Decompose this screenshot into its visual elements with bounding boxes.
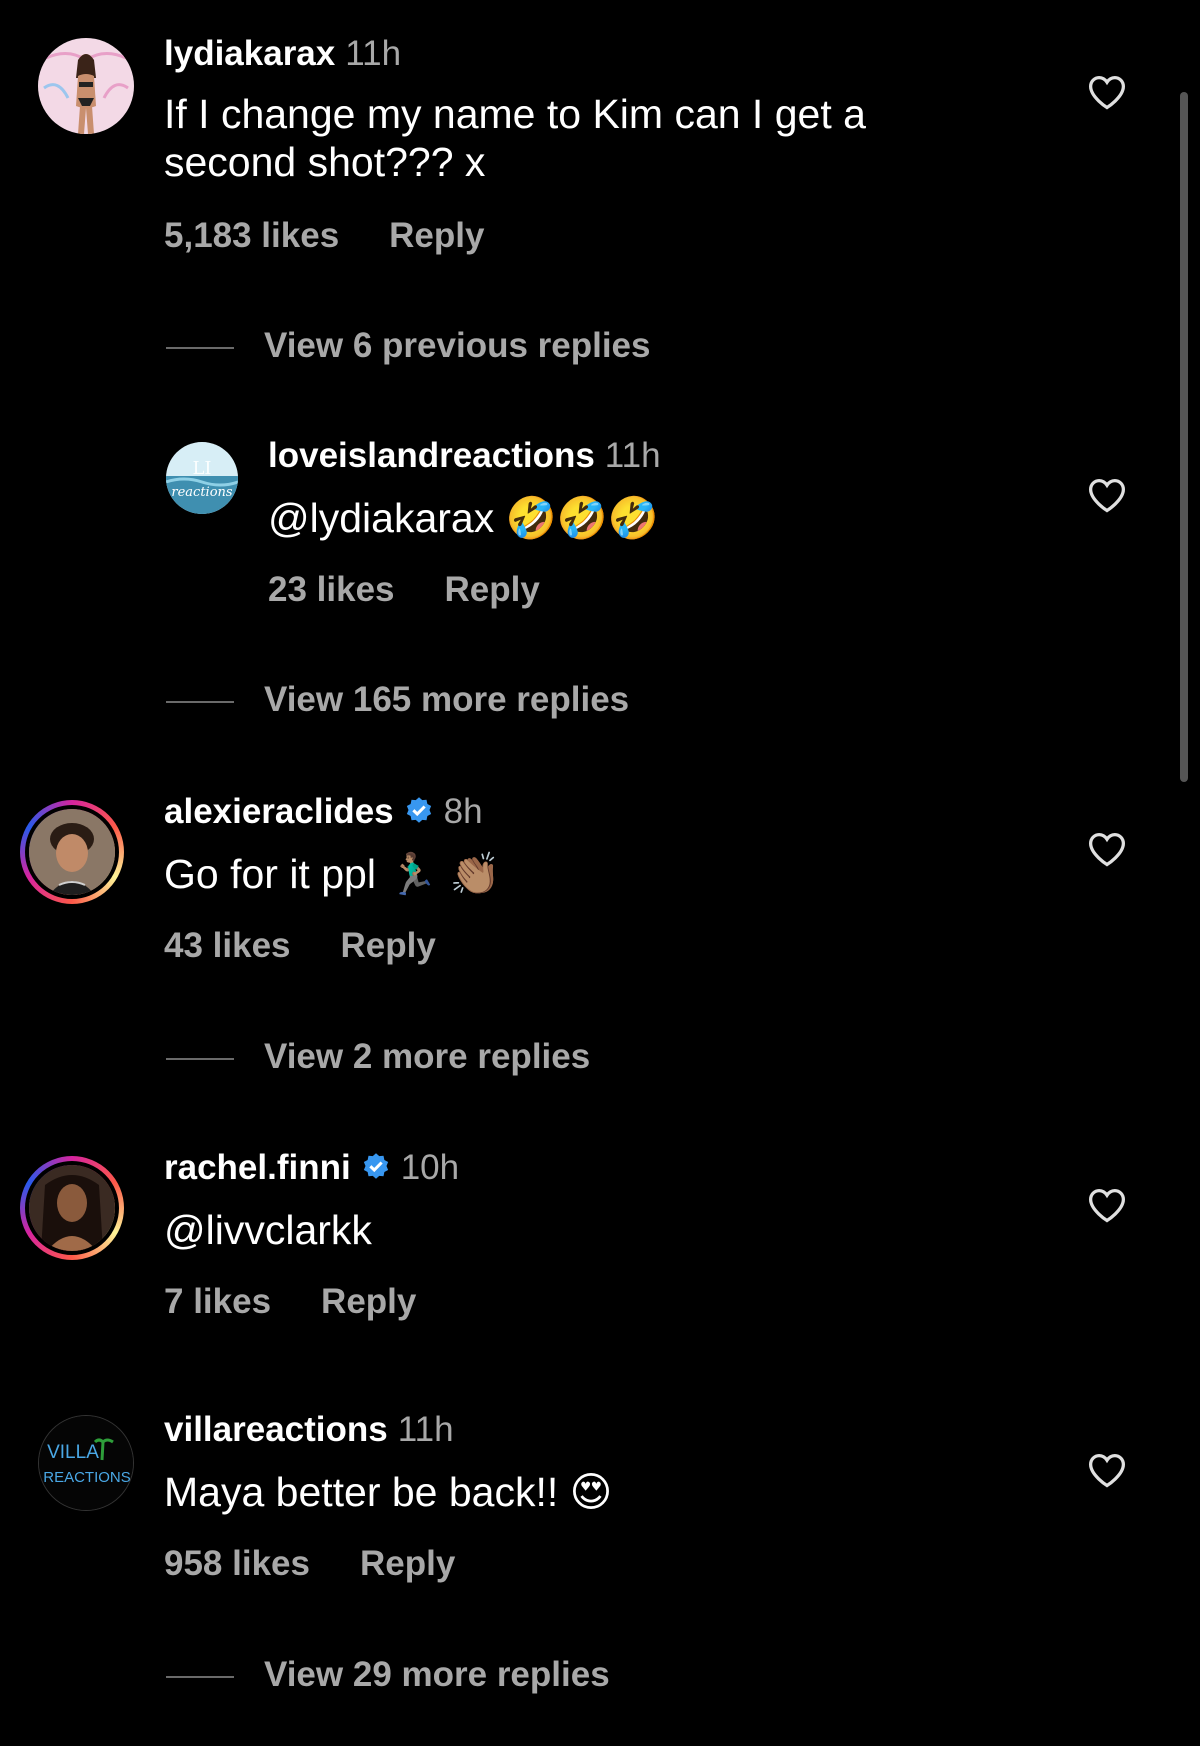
comment-text: @lydiakarax 🤣🤣🤣 — [268, 495, 659, 541]
verified-badge-icon — [406, 797, 431, 823]
timestamp: 11h — [397, 1410, 454, 1449]
reply-button[interactable]: Reply — [360, 1544, 455, 1583]
reply-button[interactable]: Reply — [445, 570, 540, 609]
timestamp: 11h — [345, 34, 402, 73]
username[interactable]: alexieraclides — [164, 792, 394, 831]
username[interactable]: villareactions — [164, 1410, 388, 1449]
view-replies-label: View 29 more replies — [264, 1655, 610, 1694]
reply-button[interactable]: Reply — [389, 216, 484, 255]
divider — [166, 1057, 234, 1060]
svg-text:LI: LI — [192, 458, 211, 479]
view-more-replies-button[interactable]: View 165 more replies — [166, 680, 629, 720]
view-more-replies-button[interactable]: View 29 more replies — [166, 1655, 610, 1695]
reply-button[interactable]: Reply — [321, 1282, 416, 1321]
divider — [166, 346, 234, 349]
view-replies-label: View 6 previous replies — [264, 326, 651, 365]
svg-text:REACTIONS: REACTIONS — [43, 1469, 131, 1486]
verified-badge-icon — [363, 1153, 388, 1179]
timestamp: 11h — [604, 436, 661, 475]
heart-outline-icon[interactable] — [1087, 1187, 1127, 1223]
likes-count[interactable]: 43 likes — [164, 926, 291, 965]
likes-count[interactable]: 23 likes — [268, 570, 395, 609]
username[interactable]: loveislandreactions — [268, 436, 595, 475]
divider — [166, 1675, 234, 1678]
username[interactable]: rachel.finni — [164, 1148, 351, 1187]
svg-text:VILLA: VILLA — [47, 1442, 99, 1463]
likes-count[interactable]: 5,183 likes — [164, 216, 339, 255]
avatar[interactable] — [38, 38, 134, 134]
avatar[interactable]: VILLA REACTIONS — [38, 1415, 134, 1511]
view-replies-label: View 2 more replies — [264, 1037, 591, 1076]
heart-outline-icon[interactable] — [1087, 74, 1127, 110]
timestamp: 10h — [400, 1148, 460, 1187]
heart-outline-icon[interactable] — [1087, 477, 1127, 513]
heart-outline-icon[interactable] — [1087, 1452, 1127, 1488]
comment-text: @livvclarkk — [164, 1207, 372, 1253]
view-previous-replies-button[interactable]: View 6 previous replies — [166, 326, 651, 366]
comment-text: Go for it ppl 🏃🏽‍♂️ 👏🏽 — [164, 851, 501, 897]
likes-count[interactable]: 7 likes — [164, 1282, 271, 1321]
view-replies-label: View 165 more replies — [264, 680, 630, 719]
avatar[interactable]: LI reactions — [166, 442, 238, 514]
scrollbar[interactable] — [1180, 92, 1188, 782]
likes-count[interactable]: 958 likes — [164, 1544, 310, 1583]
comment-text: Maya better be back!! 😍 — [164, 1469, 613, 1515]
divider — [166, 700, 234, 703]
heart-outline-icon[interactable] — [1087, 831, 1127, 867]
view-more-replies-button[interactable]: View 2 more replies — [166, 1037, 590, 1077]
comment-text: If I change my name to Kim can I get a s… — [164, 91, 866, 185]
avatar[interactable] — [20, 1156, 124, 1260]
username[interactable]: lydiakarax — [164, 34, 335, 73]
svg-text:reactions: reactions — [171, 485, 233, 500]
timestamp: 8h — [443, 792, 483, 831]
reply-button[interactable]: Reply — [341, 926, 436, 965]
avatar[interactable] — [20, 800, 124, 904]
